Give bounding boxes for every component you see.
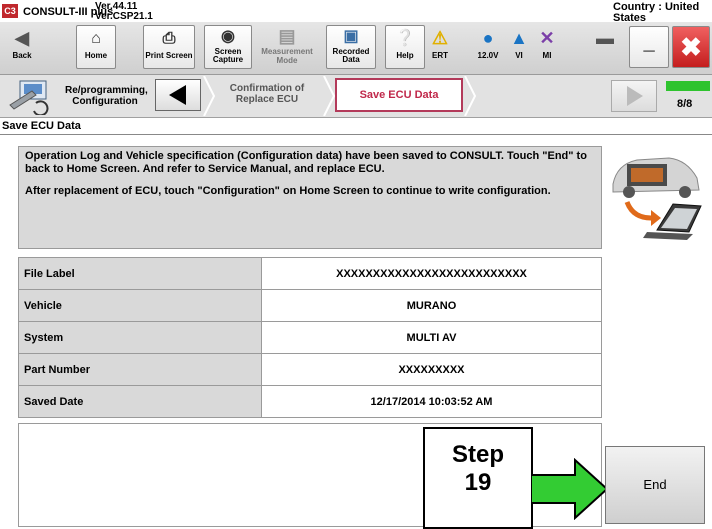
row-label: Part Number	[18, 353, 262, 386]
close-icon: ✖	[680, 32, 702, 62]
table-row: Part Number XXXXXXXXX	[18, 353, 602, 386]
left-triangle-icon	[169, 85, 186, 105]
ert-button[interactable]: ⚠ ERT	[420, 25, 460, 69]
row-value: XXXXXXXXXXXXXXXXXXXXXXXXXX	[261, 257, 602, 290]
recorded-data-button[interactable]: ▣ Recorded Data	[326, 25, 376, 69]
green-arrow-icon	[531, 458, 609, 520]
battery-voltage-indicator: ● 12.0V	[468, 25, 508, 69]
measurement-icon: ▤	[278, 26, 296, 46]
print-screen-button[interactable]: ⎙ Print Screen	[143, 25, 195, 69]
minimize-icon: ─	[643, 43, 655, 60]
save-to-laptop-illustration	[612, 157, 702, 240]
row-label: Saved Date	[18, 385, 262, 418]
printer-icon: ⎙	[162, 30, 176, 47]
step-callout: Step 19	[423, 427, 533, 529]
minimize-button[interactable]: ─	[629, 26, 669, 68]
table-row: System MULTI AV	[18, 321, 602, 354]
breadcrumb-forward-button[interactable]	[611, 80, 657, 112]
recorded-data-icon: ▣	[343, 28, 359, 45]
instruction-message: Operation Log and Vehicle specification …	[18, 146, 602, 249]
table-row: Saved Date 12/17/2014 10:03:52 AM	[18, 385, 602, 418]
step-number: 19	[464, 469, 492, 496]
message-line-1: Operation Log and Vehicle specification …	[25, 150, 587, 175]
home-icon: ⌂	[91, 30, 101, 47]
row-label: System	[18, 321, 262, 354]
progress-bar	[666, 81, 710, 91]
step-label: Step	[451, 441, 504, 468]
back-button[interactable]: ◀ Back	[4, 25, 40, 69]
version-line-2: Ver.CSP21.1	[95, 11, 153, 22]
breadcrumb-step-reprogramming: Re/programming, Configuration	[65, 85, 148, 107]
device-icon: ▬	[596, 28, 614, 48]
row-label: Vehicle	[18, 289, 262, 322]
camera-icon: ◉	[221, 28, 235, 45]
home-button[interactable]: ⌂ Home	[76, 25, 116, 69]
row-value: 12/17/2014 10:03:52 AM	[261, 385, 602, 418]
reprogramming-icon	[9, 80, 49, 115]
ecu-data-table: File Label XXXXXXXXXXXXXXXXXXXXXXXXXX Ve…	[18, 257, 602, 418]
table-row: File Label XXXXXXXXXXXXXXXXXXXXXXXXXX	[18, 257, 602, 290]
mi-indicator: ✕ MI	[532, 25, 562, 69]
screen-capture-button[interactable]: ◉ Screen Capture	[204, 25, 252, 69]
chevron-separator-icon	[323, 76, 336, 116]
message-line-2: After replacement of ECU, touch "Configu…	[25, 185, 551, 197]
help-button[interactable]: ❔ Help	[385, 25, 425, 69]
row-label: File Label	[18, 257, 262, 290]
table-row: Vehicle MURANO	[18, 289, 602, 322]
end-button[interactable]: End	[605, 446, 705, 524]
back-arrow-icon: ◀	[15, 28, 29, 48]
vi-indicator: ▲ VI	[504, 25, 534, 69]
right-triangle-icon	[627, 86, 643, 106]
row-value: MULTI AV	[261, 321, 602, 354]
warning-icon: ⚠	[431, 28, 449, 48]
chevron-separator-icon	[464, 76, 477, 116]
breadcrumb-step-confirmation: Confirmation of Replace ECU	[229, 83, 305, 105]
section-divider	[0, 134, 712, 135]
row-value: XXXXXXXXX	[261, 353, 602, 386]
disconnected-icon: ✕	[539, 28, 555, 48]
measurement-mode-button[interactable]: ▤ Measurement Mode	[258, 25, 316, 69]
toolbar: ◀ Back ⌂ Home ⎙ Print Screen ◉ Screen Ca…	[0, 22, 712, 75]
close-button[interactable]: ✖	[672, 26, 710, 68]
consult-logo-icon: C3	[2, 4, 18, 18]
device-status-indicator: ▬	[592, 25, 618, 69]
section-title: Save ECU Data	[2, 120, 81, 132]
row-value: MURANO	[261, 289, 602, 322]
breadcrumb-back-button[interactable]	[155, 79, 201, 111]
signal-icon: ▲	[510, 28, 528, 48]
vehicle-icon: ●	[482, 28, 494, 48]
help-icon: ❔	[395, 30, 415, 47]
breadcrumb-step-save-ecu-data: Save ECU Data	[335, 78, 463, 112]
progress-count: 8/8	[677, 98, 693, 110]
